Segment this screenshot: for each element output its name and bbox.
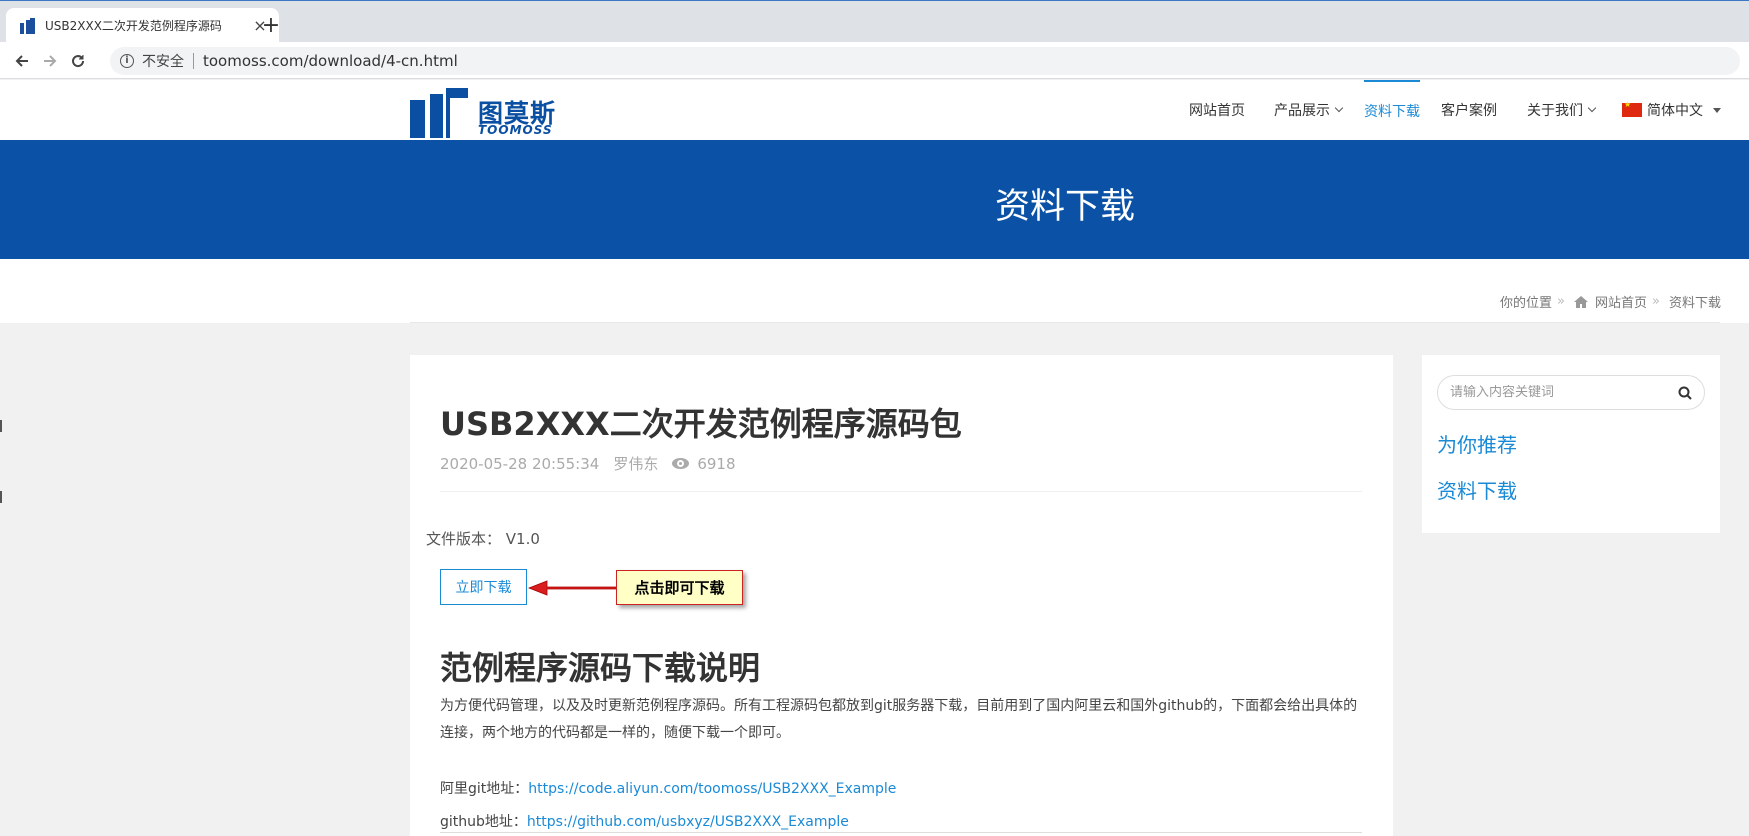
url-text: toomoss.com/download/4-cn.html: [203, 52, 458, 70]
browser-tab-strip: USB2XXX二次开发范例程序源码 × +: [0, 0, 1749, 43]
back-arrow-icon: [15, 55, 28, 67]
toomoss-favicon-icon: [20, 17, 36, 34]
breadcrumb-current[interactable]: 资料下载: [1669, 292, 1721, 311]
page-banner: 资料下载: [0, 140, 1749, 259]
breadcrumb: 你的位置 » 网站首页 » 资料下载: [1500, 292, 1721, 311]
breadcrumb-home[interactable]: 网站首页: [1595, 292, 1647, 311]
address-bar[interactable]: i 不安全 toomoss.com/download/4-cn.html: [110, 47, 1740, 75]
address-separator: [193, 53, 194, 69]
article-date: 2020-05-28 20:55:34: [440, 454, 600, 473]
breadcrumb-separator: »: [1652, 294, 1660, 309]
divider: [440, 832, 1362, 833]
reload-button[interactable]: [64, 47, 92, 75]
description-paragraph: 为方便代码管理，以及及时更新范例程序源码。所有工程源码包都放到git服务器下载，…: [440, 698, 1358, 741]
breadcrumb-prefix: 你的位置: [1500, 296, 1553, 311]
banner-title: 资料下载: [995, 187, 1136, 227]
view-count: 6918: [697, 454, 736, 473]
article-title: USB2XXX二次开发范例程序源码包: [440, 405, 962, 443]
github-link-row: github地址：https://github.com/usbxyz/USB2X…: [440, 811, 849, 831]
version-label: 文件版本：: [426, 530, 502, 548]
chevron-down-icon: [1334, 103, 1344, 113]
nav-products[interactable]: 产品展示: [1274, 80, 1344, 140]
dropdown-triangle-icon: [1713, 107, 1721, 113]
article-author: 罗伟东: [613, 455, 659, 473]
github-label: github地址：: [440, 814, 527, 830]
nav-downloads[interactable]: 资料下载: [1364, 80, 1420, 140]
language-label: 简体中文: [1647, 103, 1703, 119]
aliyun-label: 阿里git地址：: [440, 781, 529, 797]
reload-icon: [72, 55, 85, 68]
logo-mark-icon: [410, 88, 468, 138]
nav-about-label: 关于我们: [1527, 103, 1583, 119]
github-link[interactable]: https://github.com/usbxyz/USB2XXX_Exampl…: [527, 814, 849, 830]
sidebar-link-downloads[interactable]: 资料下载: [1437, 475, 1517, 504]
home-icon: [1574, 295, 1588, 308]
browser-tab[interactable]: USB2XXX二次开发范例程序源码 ×: [6, 8, 279, 43]
site-header: 图莫斯 TOOMOSS 网站首页 产品展示 资料下载 客户案例 关于我们 简体中…: [0, 80, 1749, 140]
page-edge-mark: [0, 491, 2, 503]
logo-english-text: TOOMOSS: [478, 123, 553, 137]
search-input[interactable]: [1450, 385, 1678, 400]
info-icon[interactable]: i: [120, 54, 134, 68]
sidebar: 为你推荐 资料下载: [1422, 355, 1720, 533]
article-meta: 2020-05-28 20:55:34 罗伟东 6918: [440, 453, 750, 474]
nav-about[interactable]: 关于我们: [1527, 80, 1597, 140]
forward-arrow-icon: [44, 55, 57, 67]
forward-button[interactable]: [36, 47, 64, 75]
sidebar-link-recommend[interactable]: 为你推荐: [1437, 429, 1517, 458]
download-button[interactable]: 立即下载: [440, 569, 527, 605]
new-tab-button[interactable]: +: [257, 13, 285, 41]
search-box: [1437, 375, 1705, 410]
china-flag-icon: [1622, 100, 1642, 117]
aliyun-link-row: 阿里git地址：https://code.aliyun.com/toomoss/…: [440, 778, 896, 798]
tab-title: USB2XXX二次开发范例程序源码: [45, 19, 222, 33]
site-logo[interactable]: 图莫斯 TOOMOSS: [410, 84, 560, 138]
divider: [410, 322, 1720, 323]
divider: [440, 491, 1362, 492]
browser-toolbar: i 不安全 toomoss.com/download/4-cn.html: [0, 42, 1749, 79]
aliyun-link[interactable]: https://code.aliyun.com/toomoss/USB2XXX_…: [528, 781, 896, 797]
search-icon[interactable]: [1678, 386, 1692, 400]
annotation-callout: 点击即可下载: [616, 570, 743, 605]
section-title: 范例程序源码下载说明: [440, 649, 761, 687]
page-edge-mark: [0, 420, 2, 432]
security-label: 不安全: [142, 54, 184, 70]
back-button[interactable]: [8, 47, 36, 75]
annotation-arrow-icon: [527, 580, 619, 596]
eye-icon: [672, 458, 690, 469]
nav-products-label: 产品展示: [1274, 103, 1330, 119]
nav-home[interactable]: 网站首页: [1189, 80, 1245, 140]
nav-cases[interactable]: 客户案例: [1441, 80, 1497, 140]
breadcrumb-separator: »: [1557, 294, 1565, 309]
file-version: 文件版本： V1.0: [426, 528, 540, 549]
language-selector[interactable]: 简体中文: [1622, 80, 1721, 140]
chevron-down-icon: [1587, 103, 1597, 113]
breadcrumb-bar: 你的位置 » 网站首页 » 资料下载: [0, 259, 1749, 323]
version-value: V1.0: [505, 530, 540, 548]
